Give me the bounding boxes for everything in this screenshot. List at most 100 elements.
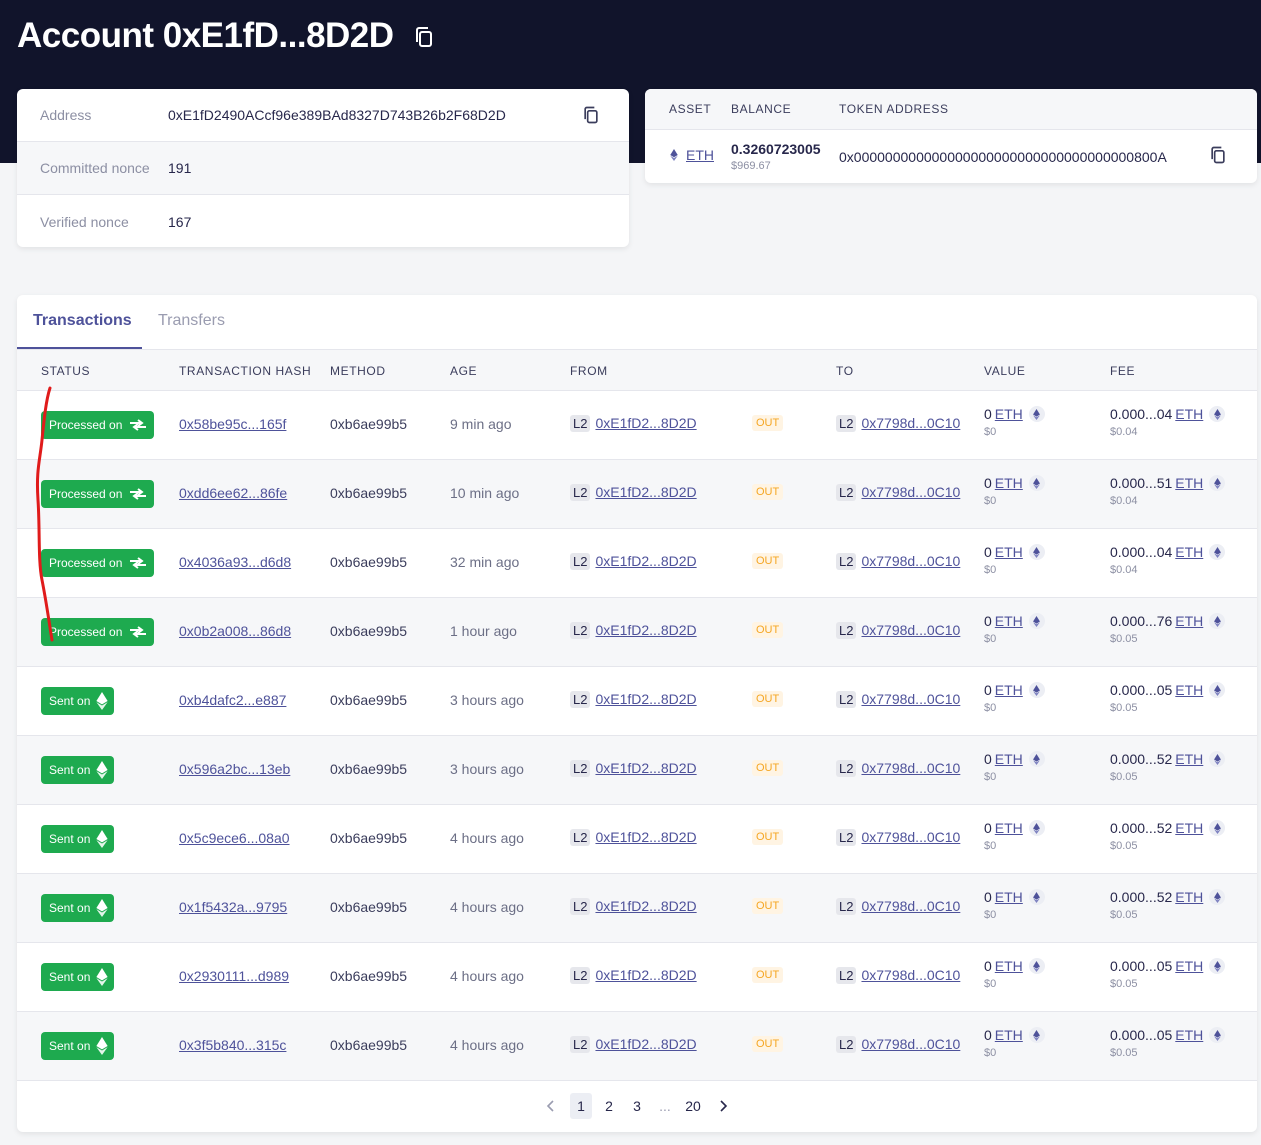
transaction-hash-link[interactable]: 0xb4dafc2...e887 bbox=[179, 692, 286, 708]
next-page-button[interactable] bbox=[710, 1093, 736, 1119]
page-1-button[interactable]: 1 bbox=[570, 1092, 592, 1119]
value-token-link[interactable]: ETH bbox=[995, 682, 1023, 698]
from-address-link[interactable]: 0xE1fD2...8D2D bbox=[595, 415, 696, 431]
from-address-link[interactable]: 0xE1fD2...8D2D bbox=[595, 622, 696, 638]
status-badge[interactable]: Sent on bbox=[41, 756, 115, 784]
from-address-link[interactable]: 0xE1fD2...8D2D bbox=[595, 1036, 696, 1052]
asset-link[interactable]: ETH bbox=[686, 147, 714, 163]
from-address-link[interactable]: 0xE1fD2...8D2D bbox=[595, 691, 696, 707]
value-usd: $0 bbox=[984, 633, 997, 645]
transaction-hash-link[interactable]: 0x2930111...d989 bbox=[179, 968, 289, 984]
status-badge[interactable]: Sent on bbox=[41, 963, 115, 991]
to-address-link[interactable]: 0x7798d...0C10 bbox=[861, 1036, 960, 1052]
to-address-link[interactable]: 0x7798d...0C10 bbox=[861, 484, 960, 500]
status-badge[interactable]: Sent on bbox=[41, 687, 115, 715]
status-badge[interactable]: Sent on bbox=[41, 894, 115, 922]
from-cell: L2 0xE1fD2...8D2D bbox=[570, 829, 697, 846]
from-address-link[interactable]: 0xE1fD2...8D2D bbox=[595, 829, 696, 845]
status-badge[interactable]: Sent on bbox=[41, 825, 115, 853]
status-badge[interactable]: Processed on bbox=[41, 480, 155, 508]
page-2-button[interactable]: 2 bbox=[598, 1093, 620, 1119]
status-badge[interactable]: Processed on bbox=[41, 411, 155, 439]
ethereum-icon bbox=[96, 692, 108, 710]
layer-tag: L2 bbox=[570, 760, 591, 777]
value-usd: $0 bbox=[984, 1047, 997, 1059]
pagination: 1 2 3 ... 20 bbox=[17, 1079, 1257, 1132]
transaction-hash-link[interactable]: 0x596a2bc...13eb bbox=[179, 761, 290, 777]
to-address-link[interactable]: 0x7798d...0C10 bbox=[861, 829, 960, 845]
fee-token-link[interactable]: ETH bbox=[1175, 544, 1203, 560]
previous-page-button[interactable] bbox=[538, 1093, 564, 1119]
method-value: 0xb6ae99b5 bbox=[330, 623, 408, 639]
from-address-link[interactable]: 0xE1fD2...8D2D bbox=[595, 898, 696, 914]
transaction-hash-link[interactable]: 0xdd6ee62...86fe bbox=[179, 485, 287, 501]
ethereum-icon bbox=[1213, 753, 1221, 765]
transaction-hash-link[interactable]: 0x3f5b840...315c bbox=[179, 1037, 286, 1053]
value-token-link[interactable]: ETH bbox=[995, 544, 1023, 560]
value-token-link[interactable]: ETH bbox=[995, 613, 1023, 629]
method-value: 0xb6ae99b5 bbox=[330, 830, 408, 846]
layer-tag: L2 bbox=[836, 553, 857, 570]
transaction-hash-link[interactable]: 0x1f5432a...9795 bbox=[179, 899, 287, 915]
value-amount: 0 bbox=[984, 475, 992, 491]
value-token-link[interactable]: ETH bbox=[995, 475, 1023, 491]
to-address-link[interactable]: 0x7798d...0C10 bbox=[861, 622, 960, 638]
copy-icon[interactable] bbox=[1208, 145, 1228, 165]
to-address-link[interactable]: 0x7798d...0C10 bbox=[861, 760, 960, 776]
value-token-link[interactable]: ETH bbox=[995, 889, 1023, 905]
status-badge[interactable]: Processed on bbox=[41, 549, 155, 577]
value-cell: 0 ETH $0 bbox=[984, 958, 1045, 990]
from-address-link[interactable]: 0xE1fD2...8D2D bbox=[595, 484, 696, 500]
fee-cell: 0.000...04 ETH $0.04 bbox=[1110, 544, 1226, 576]
fee-token-link[interactable]: ETH bbox=[1175, 820, 1203, 836]
transaction-hash-link[interactable]: 0x5c9ece6...08a0 bbox=[179, 830, 290, 846]
fee-token-link[interactable]: ETH bbox=[1175, 1027, 1203, 1043]
fee-token-link[interactable]: ETH bbox=[1175, 406, 1203, 422]
layer-tag: L2 bbox=[836, 415, 857, 432]
fee-token-link[interactable]: ETH bbox=[1175, 475, 1203, 491]
page-3-button[interactable]: 3 bbox=[626, 1093, 648, 1119]
value-token-link[interactable]: ETH bbox=[995, 1027, 1023, 1043]
to-address-link[interactable]: 0x7798d...0C10 bbox=[861, 415, 960, 431]
layer-tag: L2 bbox=[570, 898, 591, 915]
value-token-link[interactable]: ETH bbox=[995, 406, 1023, 422]
tab-transfers[interactable]: Transfers bbox=[158, 312, 225, 330]
status-badge[interactable]: Sent on bbox=[41, 1032, 115, 1060]
value-usd: $0 bbox=[984, 771, 997, 783]
value-token-link[interactable]: ETH bbox=[995, 958, 1023, 974]
fee-token-link[interactable]: ETH bbox=[1175, 613, 1203, 629]
value-amount: 0 bbox=[984, 958, 992, 974]
value-token-link[interactable]: ETH bbox=[995, 820, 1023, 836]
to-cell: L2 0x7798d...0C10 bbox=[836, 829, 960, 846]
transaction-hash-link[interactable]: 0x4036a93...d6d8 bbox=[179, 554, 291, 570]
ethereum-icon bbox=[1033, 891, 1041, 903]
copy-icon[interactable] bbox=[412, 25, 436, 49]
from-address-link[interactable]: 0xE1fD2...8D2D bbox=[595, 553, 696, 569]
from-address-link[interactable]: 0xE1fD2...8D2D bbox=[595, 967, 696, 983]
from-address-link[interactable]: 0xE1fD2...8D2D bbox=[595, 760, 696, 776]
to-cell: L2 0x7798d...0C10 bbox=[836, 967, 960, 984]
layer-tag: L2 bbox=[570, 829, 591, 846]
age-value: 4 hours ago bbox=[450, 968, 524, 984]
direction-badge: OUT bbox=[752, 415, 784, 431]
to-address-link[interactable]: 0x7798d...0C10 bbox=[861, 967, 960, 983]
value-amount: 0 bbox=[984, 613, 992, 629]
value-token-link[interactable]: ETH bbox=[995, 751, 1023, 767]
ethereum-icon bbox=[670, 149, 678, 161]
balance-column-header: BALANCE bbox=[731, 102, 792, 116]
to-address-link[interactable]: 0x7798d...0C10 bbox=[861, 898, 960, 914]
tab-transactions[interactable]: Transactions bbox=[33, 312, 132, 330]
direction-badge: OUT bbox=[752, 484, 784, 500]
page-20-button[interactable]: 20 bbox=[682, 1093, 704, 1119]
to-address-link[interactable]: 0x7798d...0C10 bbox=[861, 691, 960, 707]
transaction-hash-link[interactable]: 0x0b2a008...86d8 bbox=[179, 623, 291, 639]
fee-token-link[interactable]: ETH bbox=[1175, 958, 1203, 974]
to-address-link[interactable]: 0x7798d...0C10 bbox=[861, 553, 960, 569]
transaction-hash-link[interactable]: 0x58be95c...165f bbox=[179, 416, 286, 432]
fee-token-link[interactable]: ETH bbox=[1175, 889, 1203, 905]
status-badge[interactable]: Processed on bbox=[41, 618, 155, 646]
copy-icon[interactable] bbox=[581, 105, 601, 125]
fee-token-link[interactable]: ETH bbox=[1175, 751, 1203, 767]
fee-token-link[interactable]: ETH bbox=[1175, 682, 1203, 698]
to-cell: L2 0x7798d...0C10 bbox=[836, 898, 960, 915]
